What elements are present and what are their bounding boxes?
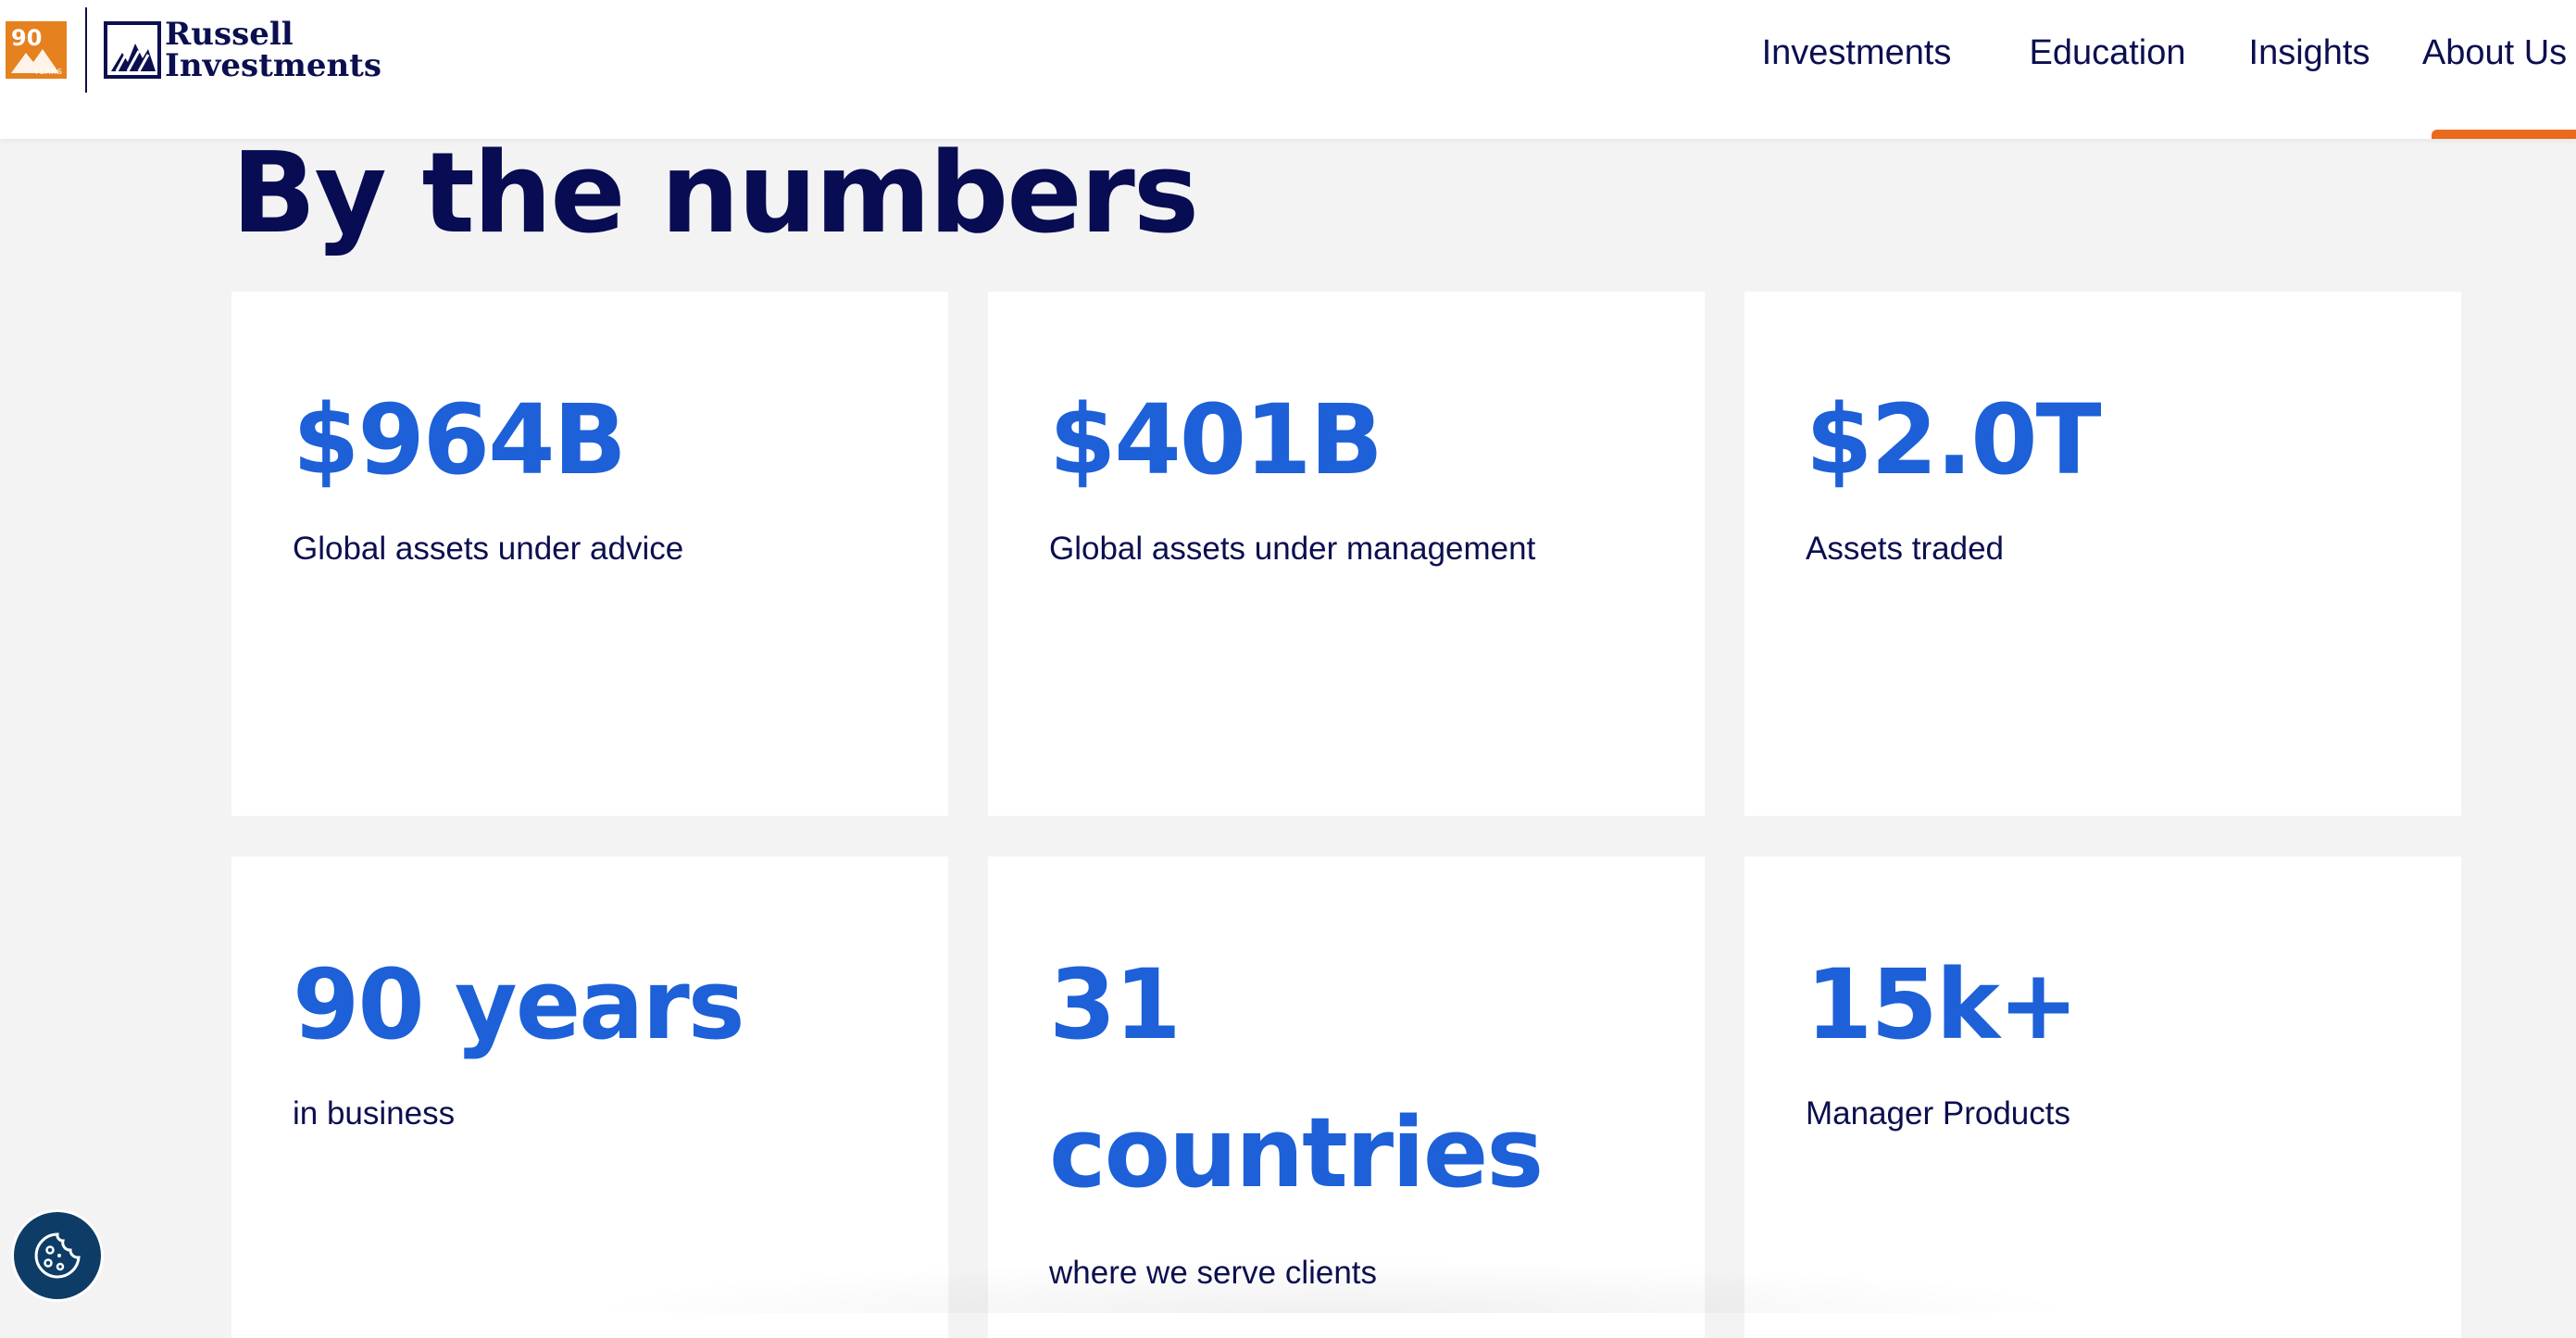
- nav-about-us-label: About Us: [2421, 32, 2568, 72]
- cookie-settings-button[interactable]: [11, 1209, 104, 1302]
- cookie-icon: [34, 1232, 81, 1279]
- anniversary-badge: 90 YEARS: [6, 21, 67, 79]
- nav-insights-label: Insights: [2248, 32, 2370, 72]
- site-header: 90 YEARS Russell Investments Investments…: [0, 0, 2576, 139]
- nav-insights[interactable]: Insights: [2239, 0, 2380, 139]
- nav-investments[interactable]: Investments: [1743, 0, 1970, 139]
- stat-card-countries: 31 countries where we serve clients: [988, 857, 1705, 1338]
- stat-value: 31 countries: [1049, 948, 1544, 1209]
- stat-label: in business: [293, 1095, 456, 1132]
- stat-card-aua: $964B Global assets under advice: [231, 292, 948, 816]
- stat-card-years: 90 years in business: [231, 857, 948, 1338]
- stat-value: $401B: [1049, 383, 1383, 496]
- stat-card-assets-traded: $2.0T Assets traded: [1744, 292, 2461, 816]
- stat-value: 90 years: [293, 948, 745, 1061]
- logo[interactable]: 90 YEARS Russell Investments: [0, 7, 381, 93]
- stat-value: $964B: [293, 383, 627, 496]
- nav-education[interactable]: Education: [2017, 0, 2198, 139]
- stat-value: 15k+: [1806, 948, 2079, 1061]
- brand-mark-icon: [104, 21, 161, 79]
- brand-line-2: Investments: [165, 47, 382, 84]
- stat-card-manager-products: 15k+ Manager Products: [1744, 857, 2461, 1338]
- stat-label: Global assets under advice: [293, 531, 684, 567]
- brand-line-1: Russell: [165, 16, 294, 53]
- stat-label: Global assets under management: [1049, 531, 1536, 567]
- logo-divider: [85, 7, 87, 93]
- main-nav: Investments Education Insights About Us: [1743, 0, 2576, 139]
- nav-about-us[interactable]: About Us: [2413, 0, 2576, 139]
- nav-investments-label: Investments: [1761, 32, 1952, 72]
- stat-card-aum: $401B Global assets under management: [988, 292, 1705, 816]
- stat-label: Assets traded: [1806, 531, 2004, 567]
- section-title: By the numbers: [231, 130, 1199, 258]
- stat-label: where we serve clients: [1049, 1255, 1378, 1291]
- brand-name: Russell Investments: [165, 19, 381, 81]
- nav-education-label: Education: [2029, 32, 2186, 72]
- stat-value: $2.0T: [1806, 383, 2102, 496]
- badge-text: YEARS: [33, 68, 63, 76]
- stat-label: Manager Products: [1806, 1095, 2070, 1132]
